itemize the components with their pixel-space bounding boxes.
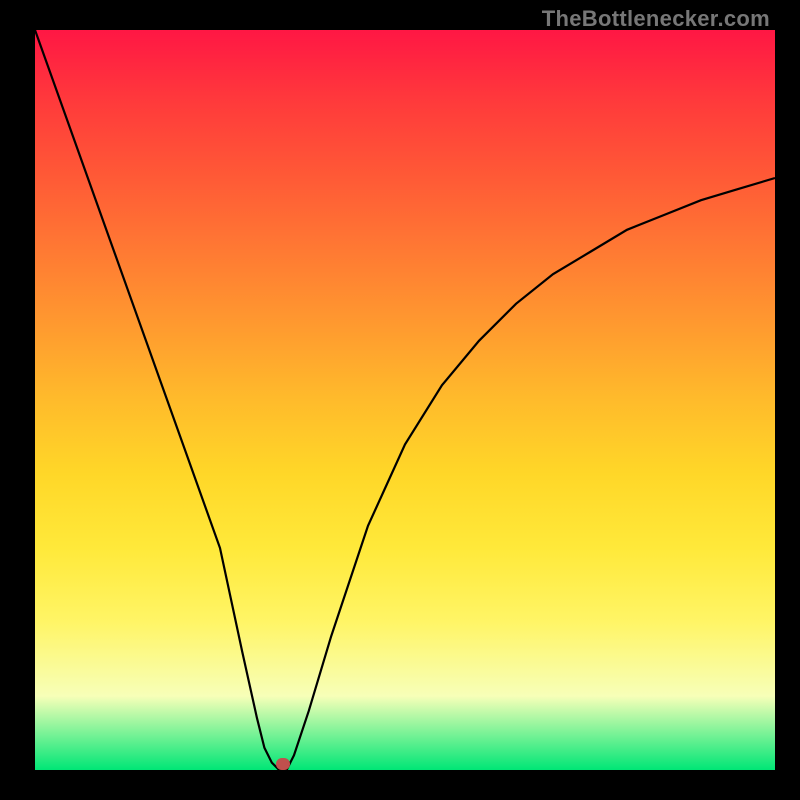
bottleneck-curve — [35, 30, 775, 770]
chart-container: TheBottlenecker.com — [0, 0, 800, 800]
attribution-text: TheBottlenecker.com — [542, 6, 770, 32]
optimal-point-marker — [276, 758, 290, 770]
plot-area — [35, 30, 775, 770]
